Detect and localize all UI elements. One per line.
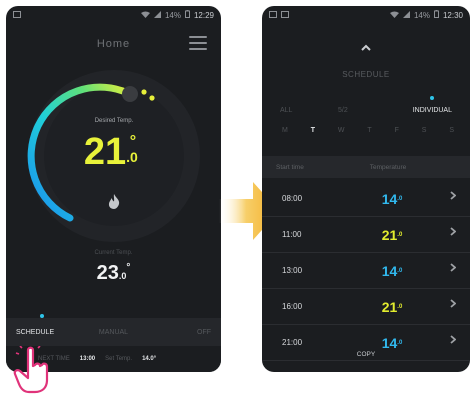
mode-individual[interactable]: INDIVIDUAL [413,107,452,114]
page-title: SCHEDULE [342,70,390,79]
schedule-screen: 14% 12:30 SCHEDULE ALL 5/2 INDIVIDUAL M … [262,6,470,372]
desired-temp-label: Desired Temp. [94,118,134,124]
day-sat[interactable]: S [422,127,427,134]
day-fri[interactable]: F [395,127,399,134]
day-mon[interactable]: M [282,127,288,134]
tab-manual[interactable]: MANUAL [81,329,146,336]
status-bar: 14% 12:30 [262,6,470,24]
home-screen: 14% 12:29 Home Desired Temp. 21.0° Curre… [6,6,221,372]
mode-all[interactable]: ALL [280,107,338,114]
row-time: 21:00 [282,338,303,347]
signal-icon [153,10,161,20]
battery-icon [433,10,439,20]
row-time: 08:00 [282,194,303,203]
chevron-right-icon[interactable] [450,299,457,311]
signal-icon [402,10,410,20]
table-row[interactable]: 11:00 21.0 [262,217,470,253]
col-start-time: Start time [276,163,304,171]
next-time-value: 13:00 [79,356,96,362]
tap-hand-icon [12,345,52,394]
day-thu[interactable]: T [367,127,371,134]
next-temp-label: Set Temp. [105,356,133,362]
active-mode-indicator [430,96,434,100]
chevron-right-icon[interactable] [450,191,457,203]
chevron-right-icon[interactable] [450,263,457,275]
chevron-up-icon[interactable] [262,40,470,54]
schedule-mode-selector: ALL 5/2 INDIVIDUAL [262,107,470,114]
tab-schedule[interactable]: SCHEDULE [16,329,81,336]
notification-icon [269,10,277,20]
notification-icon [281,10,289,20]
mode-tabs: SCHEDULE MANUAL OFF [6,318,221,346]
day-tue[interactable]: T [311,127,315,134]
next-temp-value: 14.0° [142,356,157,362]
network-label: 14% [413,10,430,20]
status-bar: 14% 12:29 [6,6,221,24]
chevron-right-icon[interactable] [450,335,457,347]
clock: 12:30 [442,10,463,20]
stage: 14% 12:29 Home Desired Temp. 21.0° Curre… [0,0,476,394]
desired-temp-value: 21.0° [83,131,138,173]
temperature-dial[interactable]: Desired Temp. 21.0° [26,68,202,244]
mode-5-2[interactable]: 5/2 [338,107,398,114]
day-selector: M T W T F S S [262,127,470,134]
table-row[interactable]: 16:00 21.0 [262,289,470,325]
hamburger-menu-icon[interactable] [189,36,207,50]
clock: 12:29 [193,10,214,20]
wifi-icon [389,11,399,20]
row-time: 11:00 [282,230,302,239]
schedule-table: 08:00 14.0 11:00 21.0 13:00 14.0 16:00 2… [262,181,470,361]
day-sun[interactable]: S [449,127,454,134]
flame-icon [108,194,120,212]
row-time: 16:00 [282,302,303,311]
row-time: 13:00 [282,266,303,275]
notification-icon [13,10,21,20]
network-label: 14% [164,10,181,20]
current-temp-value: 23.0° [96,262,131,284]
schedule-table-header: Start time Temperature [262,156,470,178]
table-row[interactable]: 13:00 14.0 [262,253,470,289]
chevron-right-icon[interactable] [450,227,457,239]
col-temperature: Temperature [369,163,407,171]
table-row[interactable]: 08:00 14.0 [262,181,470,217]
wifi-icon [140,11,150,20]
battery-icon [184,10,190,20]
current-temp-label: Current Temp. [94,250,133,256]
day-wed[interactable]: W [338,127,345,134]
copy-button[interactable]: COPY [342,348,390,362]
tab-off[interactable]: OFF [146,329,211,336]
